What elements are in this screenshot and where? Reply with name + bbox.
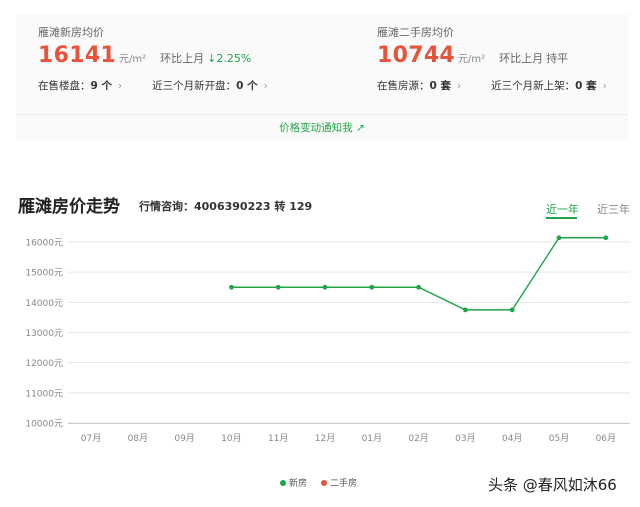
consult-hotline: 行情咨询：4006390223 转 129 xyxy=(139,200,313,213)
tab-three-years[interactable]: 近三年 xyxy=(597,201,630,217)
y-tick-label: 14000元 xyxy=(25,299,63,309)
new-house-label: 雁滩新房均价 xyxy=(38,26,104,39)
second-hand-summary: 雁滩二手房均价 10744 元/m² 环比上月 持平 在售房源：0 套 › 近三个月… xyxy=(377,26,637,93)
new-house-mom-value: ↓2.25% xyxy=(207,52,252,65)
tab-one-year[interactable]: 近一年 xyxy=(546,201,579,217)
new-house-price-row: 16141 元/m² 环比上月 ↓2.25% xyxy=(38,43,298,68)
second-hand-for-sale-label: 在售房源： xyxy=(377,80,430,92)
price-change-notify-link[interactable]: 价格变动通知我 ↗ xyxy=(16,120,628,135)
second-hand-mom: 环比上月 持平 xyxy=(499,50,568,66)
chevron-right-icon: › xyxy=(263,80,268,92)
trend-title: 雁滩房价走势 xyxy=(18,197,120,217)
legend-label-new: 新房 xyxy=(289,479,308,489)
second-hand-recent-list-link[interactable]: 近三个月新上架：0 套 › xyxy=(491,78,607,93)
second-hand-mom-value: 持平 xyxy=(546,52,569,65)
summary-divider xyxy=(16,114,628,115)
x-tick-label: 04月 xyxy=(502,433,522,444)
x-tick-label: 01月 xyxy=(362,433,382,444)
watermark-text: 头条 @春风如沐66 xyxy=(488,476,617,494)
x-tick-label: 10月 xyxy=(221,433,241,444)
new-house-recent-open-link[interactable]: 近三个月新开盘：0 个 › xyxy=(152,78,268,93)
new-house-for-sale-link[interactable]: 在售楼盘：9 个 › xyxy=(38,78,122,93)
tab-active-underline xyxy=(546,217,577,219)
x-tick-label: 02月 xyxy=(408,433,428,444)
new-house-for-sale-value: 9 个 xyxy=(90,80,112,92)
x-tick-label: 11月 xyxy=(268,433,288,444)
second-hand-recent-list-label: 近三个月新上架： xyxy=(491,80,576,92)
second-hand-price: 10744 xyxy=(377,43,456,68)
price-trend-chart: 10000元 11000元 12000元 13000元 14000元 15000元 1600… xyxy=(25,235,630,444)
chevron-right-icon: › xyxy=(456,80,462,92)
second-hand-price-row: 10744 元/m² 环比上月 持平 xyxy=(377,43,637,68)
data-point xyxy=(229,284,234,290)
x-tick-label: 05月 xyxy=(549,433,569,444)
price-summary-panel: 雁滩新房均价 16141 元/m² 环比上月 ↓2.25% 在售楼盘：9 个 › 近… xyxy=(16,14,628,140)
second-hand-mom-label: 环比上月 xyxy=(499,52,544,65)
second-hand-for-sale-value: 0 套 xyxy=(429,80,451,92)
y-tick-label: 16000元 xyxy=(25,239,63,249)
x-tick-label: 07月 xyxy=(81,433,101,444)
legend-entry-second[interactable]: 二手房 xyxy=(321,476,357,489)
legend-dot-second xyxy=(321,479,328,486)
y-tick-label: 11000元 xyxy=(25,389,63,399)
second-hand-stats: 在售房源：0 套 › 近三个月新上架：0 套 › xyxy=(377,78,637,93)
x-tick-label: 06月 xyxy=(596,433,616,444)
data-point xyxy=(322,284,328,290)
legend-entry-new[interactable]: 新房 xyxy=(280,476,307,489)
y-tick-label: 12000元 xyxy=(25,359,63,369)
new-house-recent-open-label: 近三个月新开盘： xyxy=(152,80,237,92)
second-hand-label: 雁滩二手房均价 xyxy=(377,26,454,39)
x-tick-label: 12月 xyxy=(315,433,335,444)
new-house-recent-open-value: 0 个 xyxy=(236,80,258,92)
second-hand-unit: 元/m² xyxy=(458,54,486,65)
new-house-for-sale-label: 在售楼盘： xyxy=(38,80,91,92)
data-point xyxy=(416,284,421,290)
x-tick-label: 08月 xyxy=(128,433,148,444)
y-tick-label: 15000元 xyxy=(25,269,63,279)
chevron-right-icon: › xyxy=(117,80,123,92)
legend-dot-new xyxy=(280,479,286,486)
x-tick-label: 03月 xyxy=(455,433,475,444)
new-house-unit: 元/m² xyxy=(119,54,147,65)
x-tick-label: 09月 xyxy=(174,433,194,444)
new-house-mom: 环比上月 ↓2.25% xyxy=(160,50,251,66)
legend-label-second: 二手房 xyxy=(330,479,358,489)
series-line xyxy=(231,237,606,311)
y-tick-label: 13000元 xyxy=(25,329,63,339)
data-point xyxy=(603,235,609,241)
new-house-summary: 雁滩新房均价 16141 元/m² 环比上月 ↓2.25% 在售楼盘：9 个 › 近… xyxy=(38,26,298,93)
second-hand-for-sale-link[interactable]: 在售房源：0 套 › xyxy=(377,78,461,93)
new-house-mom-label: 环比上月 xyxy=(160,52,205,65)
data-point xyxy=(509,307,515,313)
data-point xyxy=(275,284,281,290)
y-tick-label: 10000元 xyxy=(25,420,63,430)
new-house-price: 16141 xyxy=(38,43,117,68)
new-house-stats: 在售楼盘：9 个 › 近三个月新开盘：0 个 › xyxy=(38,78,298,93)
data-point xyxy=(369,284,375,290)
chart-legend: 新房 二手房 xyxy=(280,476,371,489)
second-hand-recent-list-value: 0 套 xyxy=(575,80,597,92)
chevron-right-icon: › xyxy=(602,80,607,92)
data-point xyxy=(556,235,562,241)
data-point xyxy=(463,307,468,313)
